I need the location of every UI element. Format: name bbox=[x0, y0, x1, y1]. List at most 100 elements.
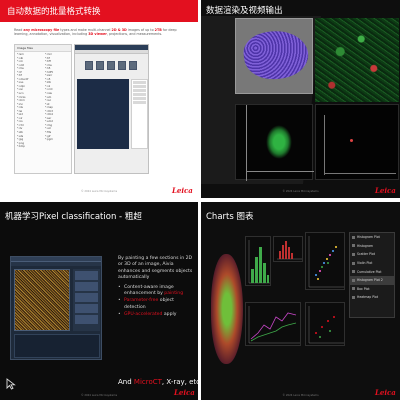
chart-type-menu: Histogram Plot Histogram Scatter Plot Violi… bbox=[349, 232, 395, 318]
organoid-image bbox=[211, 254, 243, 364]
empty-render-panel[interactable] bbox=[315, 104, 399, 180]
desc-highlight: 2D & 3D bbox=[111, 28, 127, 32]
desc-text: images of up to bbox=[126, 28, 155, 32]
feature-bullets: Content-aware image enhancement by paint… bbox=[118, 285, 194, 319]
slide-pixel-classification: 机器学习Pixel classification - 粗超 By paintin… bbox=[0, 202, 198, 400]
volume-render-panel[interactable] bbox=[235, 104, 314, 181]
3d-render-panel[interactable] bbox=[235, 18, 313, 94]
green-volume bbox=[266, 125, 292, 159]
bullet-item: Content-aware image enhancement by paint… bbox=[118, 285, 194, 298]
marker-dot bbox=[350, 139, 353, 142]
scatter-plot-panel[interactable] bbox=[305, 232, 345, 290]
chart-type-icon bbox=[352, 278, 355, 282]
slide-header: 自动数据的批量格式转换 bbox=[0, 0, 198, 22]
slide-title: 自动数据的批量格式转换 bbox=[7, 7, 101, 17]
line-chart-panel[interactable] bbox=[245, 302, 301, 346]
slide-visualization: 数据渲染及视频输出 © 2024 Leica Microsystems Leic… bbox=[201, 0, 400, 198]
chart-type-icon bbox=[352, 235, 355, 239]
slide-footer: © 2024 Leica Microsystems bbox=[80, 394, 118, 397]
desc-text: , projections, and measurements. bbox=[106, 32, 163, 37]
axis-line bbox=[324, 115, 325, 175]
slide-charts: Charts 图表 Histogram Plot Histogram Scatt… bbox=[201, 202, 400, 400]
leica-logo: Leica bbox=[174, 388, 195, 397]
bullet-item: GPU-accelerated apply bbox=[118, 312, 194, 319]
file-icon[interactable] bbox=[107, 61, 115, 70]
file-icon-row bbox=[85, 61, 137, 70]
chart-menu-label: Cumulative Plot bbox=[357, 269, 382, 274]
chart-menu-item[interactable]: Cumulative Plot bbox=[350, 267, 394, 276]
slide-footer: © 2024 Leica Microsystems bbox=[282, 190, 319, 193]
painted-image-canvas[interactable] bbox=[14, 269, 70, 331]
cursor-icon bbox=[6, 378, 16, 390]
slide-footer: © 2024 Leica Microsystems bbox=[80, 190, 118, 193]
file-type-item[interactable]: *.pgm bbox=[45, 138, 69, 142]
leica-logo: Leica bbox=[375, 388, 396, 397]
app-menubar[interactable] bbox=[75, 50, 148, 54]
file-type-item[interactable]: *.bmp bbox=[17, 145, 41, 149]
slide-title: 机器学习Pixel classification - 粗超 bbox=[5, 212, 142, 222]
chart-menu-label: Scatter Plot bbox=[357, 252, 375, 257]
axis-line bbox=[246, 171, 314, 172]
bullet-highlight: GPU-accelerated bbox=[124, 312, 163, 318]
chart-menu-label: Violin Plot bbox=[357, 261, 373, 266]
chart-menu-label: Histogram Plot 2 bbox=[357, 278, 383, 283]
chart-menu-item[interactable]: Scatter Plot bbox=[350, 250, 394, 259]
chart-menu-item[interactable]: Histogram Plot bbox=[350, 233, 394, 242]
and-text: And bbox=[118, 378, 134, 386]
file-list-title: Image files bbox=[15, 45, 71, 52]
file-type-list: Image files *.lsm *.oib *.czi *.nd2 *.ims *.l… bbox=[14, 44, 72, 174]
desc-text: types and make multi-channel bbox=[59, 28, 112, 32]
chart-menu-label: Histogram Plot bbox=[357, 235, 380, 240]
slide-batch-conversion: 自动数据的批量格式转换 Read any microscopy file typ… bbox=[0, 0, 198, 198]
chart-menu-label: Heatmap Plot bbox=[357, 295, 379, 300]
file-icon[interactable] bbox=[85, 61, 93, 70]
chart-type-icon bbox=[352, 295, 355, 299]
conversion-app-window bbox=[74, 44, 149, 174]
file-icon[interactable] bbox=[118, 61, 126, 70]
slide-title: 数据渲染及视频输出 bbox=[206, 6, 283, 16]
bar-chart-panel[interactable] bbox=[245, 236, 271, 286]
layer-list-panel[interactable] bbox=[131, 79, 148, 149]
bullet-highlight: Parameter-free bbox=[124, 298, 159, 304]
slide-footer: © 2024 Leica Microsystems bbox=[282, 394, 319, 397]
mesh-render bbox=[240, 26, 312, 84]
bullet-text: apply bbox=[162, 312, 177, 318]
chart-type-icon bbox=[352, 244, 355, 248]
chart-menu-label: Box Plot bbox=[357, 286, 370, 291]
file-column-right: *.mrc *.tif *.tiff *.ims *.h5 *.hdf5 *.zarr *.n… bbox=[43, 52, 71, 150]
app-toolbar[interactable] bbox=[11, 262, 101, 266]
and-more-text: And MicroCT, X-ray, etc.. bbox=[118, 378, 198, 386]
parameters-panel[interactable] bbox=[14, 334, 100, 358]
chart-type-icon bbox=[352, 252, 355, 256]
fluorescence-image-panel[interactable] bbox=[315, 18, 399, 102]
image-viewer-panel[interactable] bbox=[77, 79, 129, 149]
desc-highlight: 3D viewer bbox=[88, 32, 107, 37]
desc-text: Read bbox=[14, 28, 24, 32]
file-column-left: *.lsm *.oib *.czi *.nd2 *.ims *.lif *.tif *.ome… bbox=[15, 52, 43, 150]
chart-type-icon bbox=[352, 270, 355, 274]
chart-menu-item[interactable]: Violin Plot bbox=[350, 259, 394, 268]
feature-intro: By painting a few sections in 2D or 3D o… bbox=[118, 256, 193, 281]
chart-menu-label: Histogram bbox=[357, 243, 374, 248]
file-icon[interactable] bbox=[129, 61, 137, 70]
chart-menu-item[interactable]: Box Plot bbox=[350, 285, 394, 294]
histogram-panel[interactable] bbox=[273, 236, 303, 262]
and-highlight: MicroCT bbox=[133, 378, 162, 386]
axis-line bbox=[246, 105, 247, 181]
desc-highlight: any microscopy file bbox=[23, 28, 60, 32]
chart-menu-item[interactable]: Histogram Plot 2 bbox=[350, 275, 394, 285]
file-icon[interactable] bbox=[96, 61, 104, 70]
chart-menu-item[interactable]: Histogram bbox=[350, 242, 394, 251]
feature-text: By painting a few sections in 2D or 3D o… bbox=[118, 256, 194, 320]
leica-logo: Leica bbox=[375, 186, 396, 195]
axis-line bbox=[324, 173, 396, 174]
thumbnail-panel[interactable] bbox=[73, 269, 100, 331]
chart-menu-item[interactable]: Heatmap Plot bbox=[350, 293, 394, 302]
scatter-plot-panel-2[interactable] bbox=[305, 302, 345, 346]
chart-type-icon bbox=[352, 287, 355, 291]
slide-description: Read any microscopy file types and make … bbox=[14, 28, 190, 37]
leica-logo: Leica bbox=[172, 186, 193, 195]
classification-app-window bbox=[10, 256, 102, 360]
chart-type-icon bbox=[352, 261, 355, 265]
bullet-item: Parameter-free object detection bbox=[118, 298, 194, 311]
